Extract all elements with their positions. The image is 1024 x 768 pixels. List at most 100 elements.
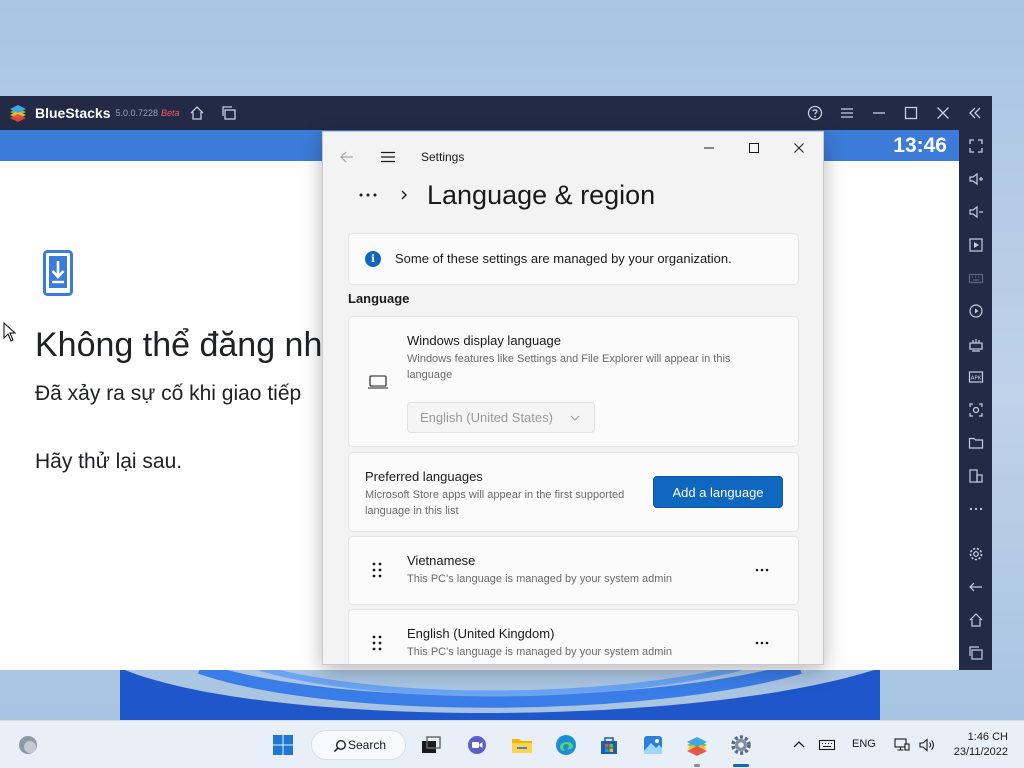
settings-taskbar-button[interactable]	[725, 729, 757, 761]
bluestacks-taskbar-button[interactable]	[681, 729, 713, 761]
network-icon[interactable]	[893, 736, 911, 754]
volume-down-button[interactable]	[965, 201, 986, 222]
home-button[interactable]	[185, 101, 209, 125]
minimize-button[interactable]	[867, 101, 891, 125]
minimize-icon	[704, 147, 714, 149]
language-name: English (United Kingdom)	[407, 626, 555, 641]
help-icon	[807, 105, 823, 121]
error-message: Đã xảy ra sự cố khi giao tiếp	[35, 382, 302, 405]
bluestacks-beta-label: Beta	[161, 108, 180, 118]
breadcrumb-chevron-icon	[401, 190, 407, 200]
menu-button[interactable]	[835, 101, 859, 125]
settings-icon	[969, 547, 982, 560]
more-options-icon[interactable]	[753, 636, 771, 650]
error-title: Không thể đăng nh	[35, 326, 323, 364]
bluestacks-titlebar: BlueStacks 5.0.0.7228 Beta	[0, 96, 992, 130]
chevron-up-icon[interactable]	[790, 736, 808, 754]
close-button[interactable]	[931, 101, 955, 125]
widgets-button[interactable]	[12, 729, 44, 761]
media-manager-icon	[968, 237, 983, 252]
preferred-languages-title: Preferred languages	[365, 469, 483, 484]
drag-handle-icon[interactable]	[371, 634, 383, 652]
microsoft-store-button[interactable]	[593, 729, 625, 761]
multi-instance-sync-icon	[968, 468, 983, 483]
page-title: Language & region	[427, 180, 656, 210]
volume-up-icon	[968, 172, 983, 185]
settings-close-button[interactable]	[783, 138, 815, 158]
edge-button[interactable]	[550, 729, 582, 761]
bluestacks-version: 5.0.0.7228	[115, 108, 159, 118]
more-options-icon[interactable]	[753, 563, 771, 577]
android-home-button[interactable]	[965, 609, 986, 630]
help-button[interactable]	[803, 101, 827, 125]
search-icon	[333, 739, 347, 753]
game-controls-button[interactable]	[965, 333, 986, 354]
screenshot-button[interactable]	[965, 399, 986, 420]
back-icon	[968, 582, 982, 591]
keyboard-controls-button[interactable]	[965, 267, 986, 288]
install-apk-button[interactable]: APK	[965, 366, 986, 387]
svg-text:APK: APK	[970, 375, 981, 381]
volume-down-icon	[968, 205, 983, 218]
breadcrumb-more-icon[interactable]	[355, 186, 381, 204]
game-controls-icon	[968, 338, 983, 352]
teams-chat-button[interactable]	[461, 729, 493, 761]
input-language[interactable]: ENG	[852, 738, 876, 750]
back-button[interactable]	[965, 576, 986, 597]
media-manager-button[interactable]	[965, 234, 986, 255]
recent-apps-button[interactable]	[965, 642, 986, 663]
keyboard-controls-icon	[968, 273, 983, 283]
chevron-down-icon	[570, 415, 580, 421]
folder-button[interactable]	[965, 432, 986, 453]
maximize-button[interactable]	[899, 101, 923, 125]
taskbar-clock[interactable]: 1:46 CH 23/11/2022	[954, 730, 1008, 760]
hamburger-menu-icon[interactable]	[379, 148, 397, 166]
back-arrow-icon[interactable]	[339, 149, 355, 165]
search-label: Search	[348, 738, 387, 752]
more-button[interactable]	[965, 498, 986, 519]
screenshot-icon	[968, 402, 983, 417]
language-item[interactable]: Vietnamese This PC's language is managed…	[348, 536, 799, 605]
bluestacks-logo-icon	[10, 105, 26, 122]
start-button[interactable]	[267, 729, 299, 761]
language-name: Vietnamese	[407, 553, 476, 568]
file-explorer-button[interactable]	[506, 729, 538, 761]
weather-widget-icon	[19, 736, 37, 754]
multi-instance-sync-button[interactable]	[965, 465, 986, 486]
taskbar-date: 23/11/2022	[953, 746, 1008, 758]
taskbar: Search ENG 1:46 CH 23/11/2022	[0, 720, 1024, 768]
add-language-button[interactable]: Add a language	[653, 476, 783, 508]
running-indicator	[694, 764, 700, 767]
language-item[interactable]: English (United Kingdom) This PC's langu…	[348, 609, 799, 664]
bluestacks-app-name: BlueStacks	[35, 105, 111, 121]
home-icon	[969, 612, 982, 627]
settings-button[interactable]	[965, 543, 986, 564]
home-icon	[190, 106, 204, 120]
edge-browser-icon	[556, 735, 576, 755]
photos-button[interactable]	[637, 729, 669, 761]
install-apk-icon: APK	[968, 370, 983, 383]
volume-icon[interactable]	[918, 736, 936, 754]
task-view-button[interactable]	[415, 729, 447, 761]
language-note: This PC's language is managed by your sy…	[407, 646, 673, 658]
language-note: This PC's language is managed by your sy…	[407, 573, 673, 585]
info-icon: i	[365, 251, 381, 267]
drag-handle-icon[interactable]	[371, 561, 383, 579]
settings-minimize-button[interactable]	[693, 138, 725, 158]
display-language-dropdown[interactable]: English (United States)	[407, 402, 595, 433]
volume-up-button[interactable]	[965, 168, 986, 189]
bluestacks-icon	[687, 737, 707, 756]
maximize-icon	[904, 106, 918, 120]
preferred-languages-description: Microsoft Store apps will appear in the …	[365, 489, 625, 517]
org-managed-banner: i Some of these settings are managed by …	[348, 233, 799, 285]
close-icon	[937, 107, 949, 119]
multi-instance-button[interactable]	[217, 101, 241, 125]
keyboard-icon[interactable]	[818, 736, 836, 754]
collapse-sidebar-button[interactable]	[963, 101, 987, 125]
macro-recorder-button[interactable]	[965, 300, 986, 321]
taskbar-search[interactable]: Search	[311, 730, 406, 760]
maximize-icon	[749, 143, 759, 153]
display-language-card: Windows display language Windows feature…	[348, 316, 799, 447]
fullscreen-button[interactable]	[965, 135, 986, 156]
settings-maximize-button[interactable]	[738, 138, 770, 158]
